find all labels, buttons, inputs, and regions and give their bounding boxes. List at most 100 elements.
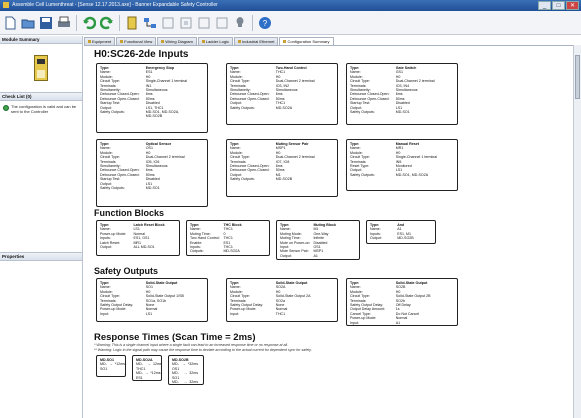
check-item-text: The configuration is valid and can be se… <box>11 104 77 114</box>
save-icon[interactable] <box>38 15 54 31</box>
field-label <box>100 114 146 118</box>
response-cell: *32ms <box>187 362 198 367</box>
card-field-row: Output: MD-SO2B <box>370 236 432 240</box>
toolbar-separator <box>119 14 120 31</box>
response-table-row: MD-THC1 → 12ms <box>136 362 161 371</box>
close-button[interactable]: ✕ <box>566 1 579 10</box>
open-icon[interactable] <box>20 15 36 31</box>
response-table-row: MD-OS1 →32ms <box>172 380 200 385</box>
summary-card: Type: Solid-State Output Name: SO2B Module: H… <box>346 278 458 326</box>
field-label: Safety Outputs: <box>350 172 375 177</box>
card-field-row: Input: THC1 <box>230 312 334 316</box>
field-label: Safety Outputs: <box>230 177 255 182</box>
summary-card: Type: Manual Reset Name: MR1 Module: H0 Circui… <box>346 139 458 191</box>
field-label: Input: <box>100 311 109 316</box>
response-table-row: MD-ES1 → *12ms <box>136 371 161 380</box>
redo-icon[interactable] <box>99 15 115 31</box>
scrollbar-thumb[interactable] <box>575 55 580 99</box>
toolbar: ? <box>0 11 581 35</box>
print-icon[interactable] <box>56 15 72 31</box>
tab-ladder-logic[interactable]: Ladder Logic <box>197 37 233 45</box>
field-label: Safety Outputs: <box>100 186 125 191</box>
response-cell: 12ms <box>152 362 162 367</box>
summary-card: Type: THC Block Name: THC1 Muting Time: 0 Two … <box>186 220 270 256</box>
properties-panel: Properties <box>0 252 82 410</box>
field-value: LS1 <box>145 311 153 316</box>
card-field-row: Safety Outputs: MD-SO1, MD-SO2A <box>350 173 454 177</box>
tab-wiring-diagram[interactable]: Wiring Diagram <box>157 37 197 45</box>
module-preview[interactable] <box>0 44 82 92</box>
tab-configuration-summary[interactable]: Configuration Summary <box>279 37 334 45</box>
undo-icon[interactable] <box>81 15 97 31</box>
field-label: Outputs: <box>190 249 204 254</box>
card-field-row: Safety Outputs: MD-SO2A <box>230 106 334 110</box>
card-field-row: Output: A1 <box>280 254 356 258</box>
field-label: Safety Outputs: <box>350 110 375 115</box>
response-cell: MD-OS1 <box>172 380 179 385</box>
app-icon <box>3 1 9 8</box>
inputs-title: H0:SC26-2de Inputs <box>94 49 189 60</box>
card-field-row: Outputs: MD-SO2A <box>190 249 266 253</box>
field-label: Input: <box>230 311 239 316</box>
summary-card: Type: Muting Sensor Pair Name: MSP1 Module: H… <box>226 139 338 197</box>
tab-equipment[interactable]: Equipment <box>84 37 116 45</box>
inputs-grid: Type: Emergency Stop Name: ES1 Module: H0 Circ… <box>92 63 573 208</box>
field-value: MD-SO2A <box>275 105 293 110</box>
check-list-header: Check List (0) <box>0 93 82 101</box>
sim-icon[interactable] <box>178 15 194 31</box>
summary-card: Type: Solid-State Output Name: SO2A Module: H… <box>226 278 338 322</box>
response-table-row: MD-SO1 → 32ms <box>172 371 200 380</box>
bulb-icon[interactable] <box>232 15 248 31</box>
maximize-button[interactable]: □ <box>552 1 565 10</box>
field-label: Output: <box>370 236 382 241</box>
summary-card: Type: Solid-State Output Name: SO1 Module: H0… <box>96 278 208 322</box>
card-field-row: Safety Outputs: MD-SO2B <box>230 177 334 181</box>
module-icon[interactable] <box>124 15 140 31</box>
tab-functional-view[interactable]: Functional View <box>116 37 157 45</box>
summary-card: Type: And Name: A1 Inputs: ES1, M1 Output: MD-S… <box>366 220 436 244</box>
field-label: Input: <box>350 320 359 325</box>
new-icon[interactable] <box>2 15 18 31</box>
help-icon[interactable]: ? <box>257 15 273 31</box>
response-cell: MD-THC1 <box>136 362 146 371</box>
field-label: Output: <box>280 253 292 258</box>
card-field-row: Safety Outputs: MD-SO1 <box>100 186 204 190</box>
card-field-row: Input: LS1 <box>100 312 204 316</box>
field-value: THC1 <box>275 311 286 316</box>
field-value: MD-SO1 <box>395 110 410 115</box>
controller-module-image <box>34 55 48 81</box>
field-value: MD-SO2B <box>275 177 293 182</box>
response-table-row: MD-SO1 → *12ms <box>100 362 125 371</box>
summary-card: Type: Muting Block Name: M1 Muting Mode: One-… <box>276 220 360 260</box>
minimize-button[interactable]: _ <box>538 1 551 10</box>
module-summary-header: Module Summary <box>0 36 82 44</box>
field-value: MD-SO2A <box>223 249 240 254</box>
field-label: Safety Outputs: <box>230 105 255 110</box>
toolbar-separator <box>76 14 77 31</box>
check-list: Check List (0) The configuration is vali… <box>0 92 82 252</box>
response-time-table: MD-SO1 MD-SO1 → *12ms <box>96 355 126 377</box>
field-value: MD-SO2B <box>397 236 414 241</box>
response-cell: MD-SO1 <box>172 371 180 380</box>
network-icon[interactable] <box>142 15 158 31</box>
response-cell: → <box>144 371 149 376</box>
response-cell: → <box>183 380 188 385</box>
safety-outputs-title: Safety Outputs <box>94 266 159 276</box>
response-cell: *12ms <box>150 371 161 376</box>
io-icon[interactable] <box>196 15 212 31</box>
tab-industrial-ethernet[interactable]: Industrial Ethernet <box>234 37 279 45</box>
response-cell: MD-SO1 <box>100 362 108 371</box>
response-time-table: MD-SO2A MD-THC1 → 12ms MD-ES1 → *12ms <box>132 355 162 381</box>
response-cell: 32ms <box>189 380 198 385</box>
field-value: MD-SO2B <box>145 114 163 119</box>
response-note-2: ** Warning: Logic in the signal path may… <box>94 347 312 352</box>
safety-outputs-grid: Type: Solid-State Output Name: SO1 Module: H0… <box>92 278 573 326</box>
lock-icon[interactable] <box>160 15 176 31</box>
wire-icon[interactable] <box>214 15 230 31</box>
check-item[interactable]: The configuration is valid and can be se… <box>0 101 82 114</box>
summary-card: Type: Emergency Stop Name: ES1 Module: H0 Circ… <box>96 63 208 133</box>
response-cell: → <box>147 362 151 367</box>
field-label: Output: <box>100 245 112 250</box>
vertical-scrollbar[interactable] <box>573 45 581 418</box>
card-field-row: Output: ALL MD-SO1 <box>100 245 176 249</box>
